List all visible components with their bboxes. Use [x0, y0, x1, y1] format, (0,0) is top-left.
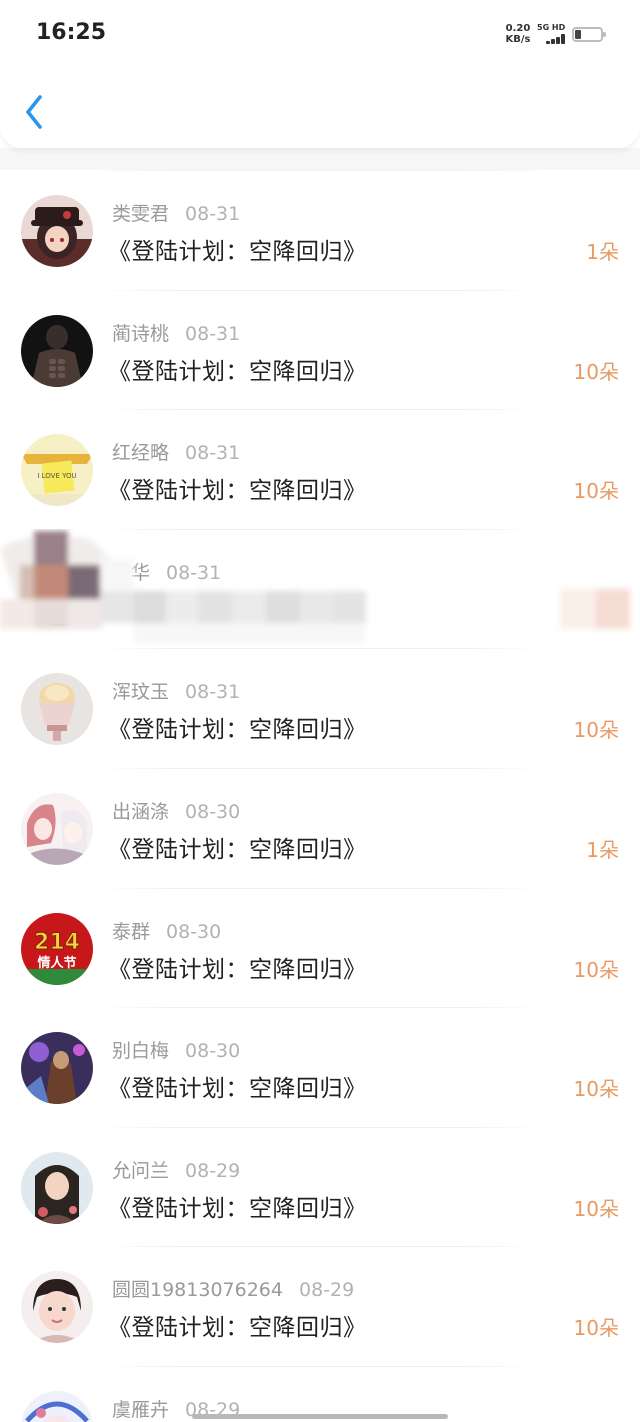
date: 08-29: [185, 1159, 241, 1182]
date: 08-31: [166, 561, 222, 584]
work-title: 《登陆计划：空降回归》: [108, 239, 367, 265]
sender-name: 允问兰 08-29: [112, 1159, 241, 1182]
sender-name: 蔺诗桃 08-31: [112, 322, 241, 345]
sender-name: 苗华 08-31: [112, 561, 222, 584]
list-item[interactable]: 蔺诗桃 08-31 《登陆计划：空降回归》 10朵: [0, 289, 640, 410]
sender-name: 泰群 08-30: [112, 920, 222, 943]
sender-name: 出涵涤 08-30: [112, 800, 241, 823]
work-title: 《登陆计划：空降回归》: [108, 1315, 367, 1342]
divider: [96, 1246, 544, 1248]
list-item[interactable]: I LOVE YOU 红经略 08-31 《登陆计划：空降回归》 10朵: [0, 409, 640, 529]
divider: [96, 767, 544, 769]
chevron-left-icon: [26, 95, 42, 129]
status-time: 16:25: [36, 20, 107, 45]
signal-icon: [540, 34, 568, 44]
avatar[interactable]: [21, 195, 93, 267]
list-item[interactable]: 类雯君 08-31 《登陆计划：空降回归》 1朵: [0, 170, 640, 290]
avatar[interactable]: [21, 1271, 93, 1344]
divider: [96, 170, 544, 171]
work-title: 《登陆计划：空降回归》: [108, 956, 367, 983]
list-item[interactable]: 214 情人节 泰群 08-30 《登陆计划：空降回归》 10朵: [0, 887, 640, 1008]
network-type: 5G HD: [537, 23, 566, 32]
flower-count: 1朵: [586, 837, 619, 862]
flower-count: 10朵: [573, 1316, 619, 1341]
svg-text:214: 214: [34, 930, 80, 955]
divider: [96, 648, 544, 650]
date: 08-30: [185, 1040, 241, 1063]
date: 08-31: [185, 681, 241, 704]
avatar[interactable]: [21, 1032, 93, 1105]
date: 08-31: [185, 322, 241, 345]
divider: [96, 887, 544, 889]
divider: [96, 409, 544, 411]
list-item[interactable]: 苗华 08-31: [0, 528, 640, 649]
divider: [96, 1365, 544, 1367]
divider: [96, 289, 544, 291]
work-title: 《登陆计划：空降回归》: [108, 478, 367, 505]
avatar[interactable]: [21, 792, 93, 865]
work-title: 《登陆计划：空降回归》: [108, 836, 367, 863]
flower-count: 10朵: [573, 359, 619, 384]
sender-name: 浑玟玉 08-31: [112, 681, 241, 704]
date: 08-29: [298, 1279, 355, 1302]
divider: [96, 1126, 544, 1128]
svg-text:情人节: 情人节: [37, 955, 76, 971]
home-indicator[interactable]: [192, 1414, 448, 1419]
flower-count: 10朵: [573, 957, 619, 982]
avatar[interactable]: [21, 553, 93, 626]
work-title: 《登陆计划：空降回归》: [108, 358, 367, 385]
avatar[interactable]: [21, 673, 93, 746]
list-item[interactable]: 别白梅 08-30 《登陆计划：空降回归》 10朵: [0, 1007, 640, 1127]
work-title: 《登陆计划：空降回归》: [108, 1076, 367, 1103]
sender-name: 红经略 08-31: [112, 442, 241, 465]
battery-icon: [572, 27, 606, 42]
flower-count: 10朵: [573, 479, 619, 504]
app-screen: 16:25 0.20 KB/s 5G HD 类雯君 08-31 《登陆计划：空降…: [0, 0, 640, 1422]
back-button[interactable]: [20, 92, 52, 132]
date: 08-31: [185, 442, 241, 465]
flower-count: 1朵: [586, 240, 619, 264]
sender-name: 圆圆19813076264 08-29: [112, 1279, 355, 1302]
list-item[interactable]: 浑玟玉 08-31 《登陆计划：空降回归》 10朵: [0, 648, 640, 768]
avatar[interactable]: [21, 1151, 93, 1224]
date: 08-30: [185, 800, 241, 823]
top-bar: 16:25 0.20 KB/s 5G HD: [0, 0, 640, 148]
work-title: 《登陆计划：空降回归》: [108, 1195, 367, 1222]
network-speed-value: 0.20: [505, 23, 531, 34]
sender-name: 别白梅 08-30: [112, 1040, 241, 1063]
gift-record-list: 类雯君 08-31 《登陆计划：空降回归》 1朵 蔺诗桃 08-31 《登陆计划…: [0, 170, 640, 1422]
sender-name: 类雯君 08-31: [112, 203, 241, 225]
divider: [96, 1007, 544, 1009]
flower-count: 10朵: [573, 1196, 619, 1221]
avatar[interactable]: [21, 1390, 93, 1422]
svg-text:I LOVE YOU: I LOVE YOU: [37, 472, 76, 480]
avatar[interactable]: [21, 314, 93, 387]
flower-count: 10朵: [573, 1077, 619, 1102]
network-speed-unit: KB/s: [505, 34, 531, 45]
flower-count: 10朵: [573, 718, 619, 743]
divider: [96, 528, 544, 530]
network-speed: 0.20 KB/s: [500, 23, 536, 45]
list-item[interactable]: 允问兰 08-29 《登陆计划：空降回归》 10朵: [0, 1126, 640, 1247]
avatar[interactable]: 214 情人节: [21, 912, 93, 985]
redaction-mosaic: [0, 529, 640, 649]
work-title: 《登陆计划：空降回归》: [108, 717, 367, 744]
date: 08-30: [166, 920, 222, 943]
avatar[interactable]: I LOVE YOU: [21, 434, 93, 507]
list-item[interactable]: 圆圆19813076264 08-29 《登陆计划：空降回归》 10朵: [0, 1246, 640, 1366]
date: 08-31: [185, 203, 241, 225]
list-item[interactable]: 出涵涤 08-30 《登陆计划：空降回归》 1朵: [0, 767, 640, 888]
header-gap: [0, 148, 640, 170]
